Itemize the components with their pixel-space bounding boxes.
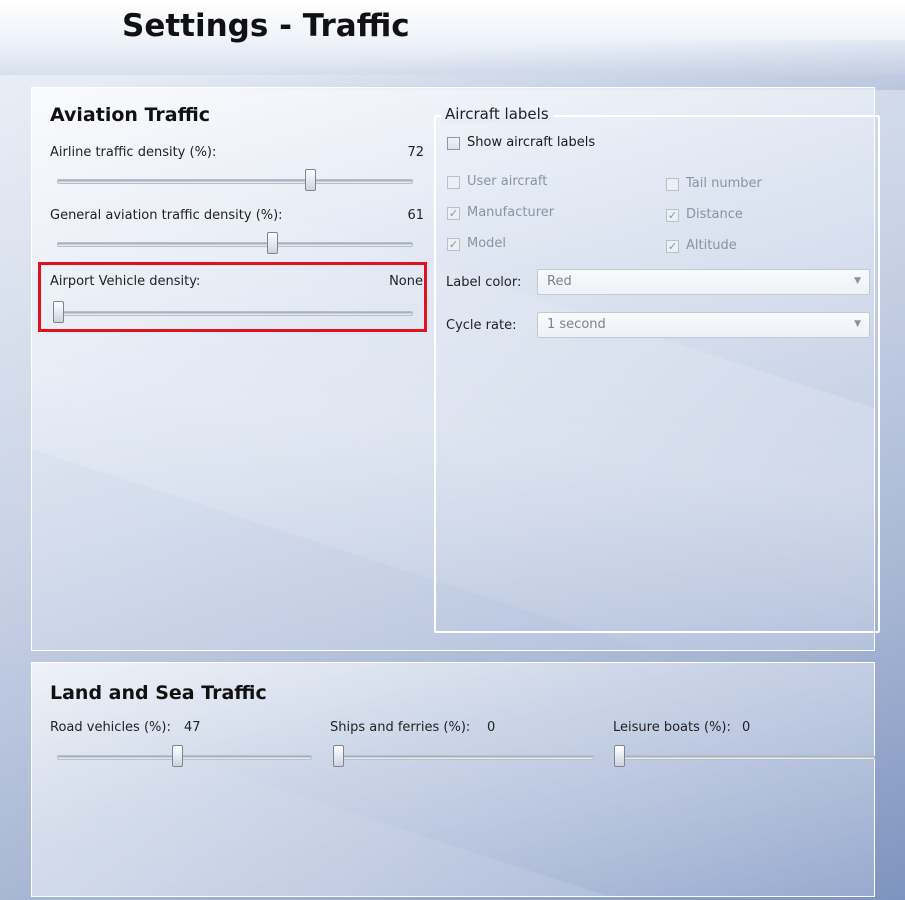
general-aviation-density-label: General aviation traffic density (%): — [50, 208, 283, 223]
slider-track — [333, 755, 594, 760]
model-label[interactable]: Model — [467, 236, 506, 251]
airline-density-slider[interactable] — [57, 169, 413, 193]
road-vehicles-value: 47 — [184, 720, 201, 735]
model-checkbox[interactable]: ✓ — [447, 238, 460, 251]
header-bar: Settings - Traffic — [0, 0, 905, 90]
chevron-down-icon: ▼ — [854, 319, 861, 329]
highlight-box — [38, 262, 427, 332]
altitude-checkbox[interactable]: ✓ — [666, 240, 679, 253]
show-aircraft-labels-label[interactable]: Show aircraft labels — [467, 135, 595, 150]
show-aircraft-labels-checkbox[interactable] — [447, 137, 460, 150]
slider-track — [614, 755, 875, 760]
general-aviation-density-slider[interactable] — [57, 232, 413, 256]
leisure-boats-label: Leisure boats (%): — [613, 720, 731, 735]
aviation-section-title: Aviation Traffic — [50, 104, 211, 126]
general-aviation-density-value: 61 — [407, 208, 424, 223]
label-color-dropdown[interactable]: Red ▼ — [537, 269, 870, 295]
ships-ferries-slider[interactable] — [333, 745, 594, 769]
road-vehicles-slider[interactable] — [57, 745, 312, 769]
leisure-boats-slider[interactable] — [614, 745, 875, 769]
user-aircraft-checkbox[interactable] — [447, 176, 460, 189]
airline-density-label: Airline traffic density (%): — [50, 145, 217, 160]
distance-checkbox[interactable]: ✓ — [666, 209, 679, 222]
ships-ferries-label: Ships and ferries (%): — [330, 720, 471, 735]
slider-thumb[interactable] — [305, 169, 316, 191]
cycle-rate-dropdown[interactable]: 1 second ▼ — [537, 312, 870, 338]
slider-track — [57, 755, 312, 760]
aircraft-labels-legend: Aircraft labels — [441, 105, 553, 123]
label-color-label: Label color: — [446, 275, 522, 290]
user-aircraft-label[interactable]: User aircraft — [467, 174, 547, 189]
aircraft-labels-group — [434, 115, 880, 633]
ships-ferries-value: 0 — [487, 720, 496, 735]
tail-number-checkbox[interactable] — [666, 178, 679, 191]
tail-number-label[interactable]: Tail number — [686, 176, 762, 191]
leisure-boats-value: 0 — [742, 720, 751, 735]
slider-thumb[interactable] — [333, 745, 344, 767]
label-color-value: Red — [547, 274, 572, 289]
distance-label[interactable]: Distance — [686, 207, 743, 222]
slider-thumb[interactable] — [267, 232, 278, 254]
slider-track — [57, 242, 413, 247]
cycle-rate-label: Cycle rate: — [446, 318, 517, 333]
road-vehicles-label: Road vehicles (%): — [50, 720, 171, 735]
chevron-down-icon: ▼ — [854, 276, 861, 286]
altitude-label[interactable]: Altitude — [686, 238, 737, 253]
slider-thumb[interactable] — [172, 745, 183, 767]
cycle-rate-value: 1 second — [547, 317, 606, 332]
manufacturer-checkbox[interactable]: ✓ — [447, 207, 460, 220]
slider-track — [57, 179, 413, 184]
slider-thumb[interactable] — [614, 745, 625, 767]
airline-density-value: 72 — [407, 145, 424, 160]
page-title: Settings - Traffic — [122, 8, 410, 44]
land-sea-section-title: Land and Sea Traffic — [50, 682, 267, 704]
manufacturer-label[interactable]: Manufacturer — [467, 205, 554, 220]
